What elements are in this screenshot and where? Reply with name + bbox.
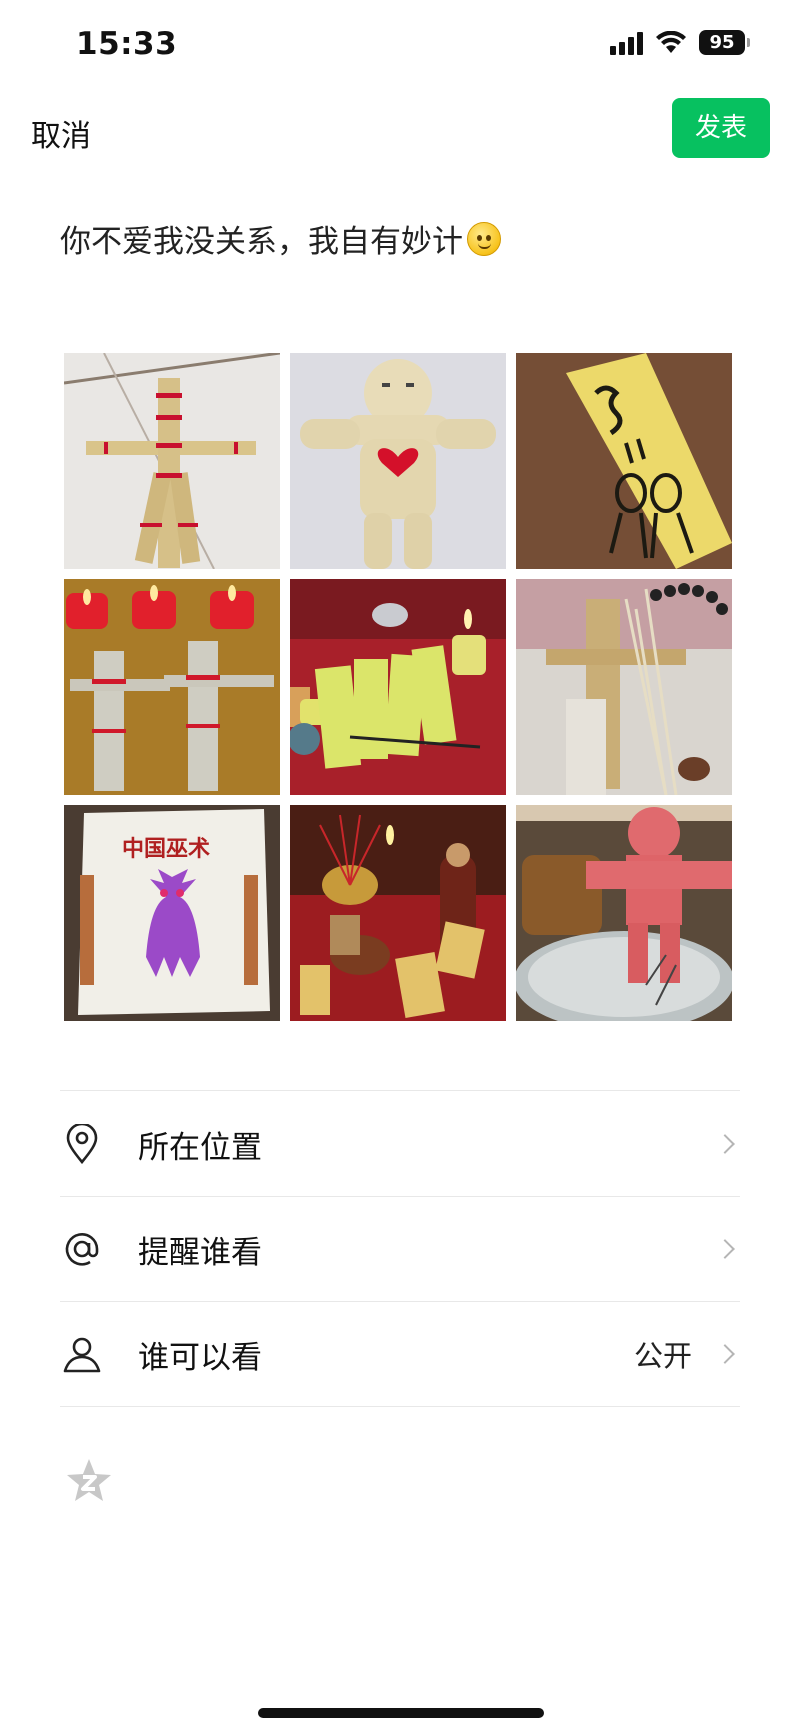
photo-grid: 中国巫术	[64, 353, 733, 1021]
battery-level: 95	[699, 30, 745, 55]
wifi-icon	[656, 30, 686, 53]
altar-photo[interactable]	[290, 805, 506, 1021]
publish-button[interactable]: 发表	[672, 98, 770, 158]
paper-figure-photo[interactable]	[516, 805, 732, 1021]
post-text: 你不爱我没关系，我自有妙计	[60, 224, 463, 260]
post-text-input[interactable]: 你不爱我没关系，我自有妙计	[60, 216, 501, 261]
option-visibility[interactable]: 谁可以看 公开	[60, 1302, 740, 1406]
cancel-button[interactable]: 取消	[31, 111, 91, 155]
chevron-right-icon	[715, 1344, 735, 1364]
divider	[60, 1406, 740, 1407]
cellular-signal-icon	[610, 31, 643, 55]
smile-emoji-icon	[467, 221, 501, 256]
visibility-value: 公开	[633, 1339, 692, 1373]
talisman-paper-photo[interactable]	[516, 353, 732, 569]
status-bar: 15:33 95	[0, 0, 800, 90]
book-title: 中国巫术	[122, 836, 211, 862]
chevron-right-icon	[715, 1134, 735, 1154]
status-time: 15:33	[76, 26, 178, 62]
sparkle-star-icon[interactable]	[64, 1456, 114, 1506]
straw-doll-incense-photo[interactable]	[516, 579, 732, 795]
at-sign-icon	[60, 1227, 104, 1271]
chevron-right-icon	[715, 1239, 735, 1259]
straw-doll-photo[interactable]	[64, 353, 280, 569]
status-icons: 95	[610, 30, 750, 55]
yellow-talismans-photo[interactable]	[290, 579, 506, 795]
yarn-doll-photo[interactable]	[290, 353, 506, 569]
option-mention[interactable]: 提醒谁看	[60, 1197, 740, 1301]
divider	[60, 1090, 740, 1091]
home-indicator[interactable]	[258, 1708, 544, 1718]
location-pin-icon	[60, 1122, 104, 1166]
option-location[interactable]: 所在位置	[60, 1092, 740, 1196]
book-cover-photo[interactable]: 中国巫术	[64, 805, 280, 1021]
option-location-label: 所在位置	[138, 1129, 262, 1166]
option-visibility-label: 谁可以看	[138, 1339, 262, 1376]
person-icon	[60, 1332, 104, 1376]
option-mention-label: 提醒谁看	[138, 1234, 262, 1271]
candles-straw-dolls-photo[interactable]	[64, 579, 280, 795]
battery-icon: 95	[699, 30, 750, 55]
